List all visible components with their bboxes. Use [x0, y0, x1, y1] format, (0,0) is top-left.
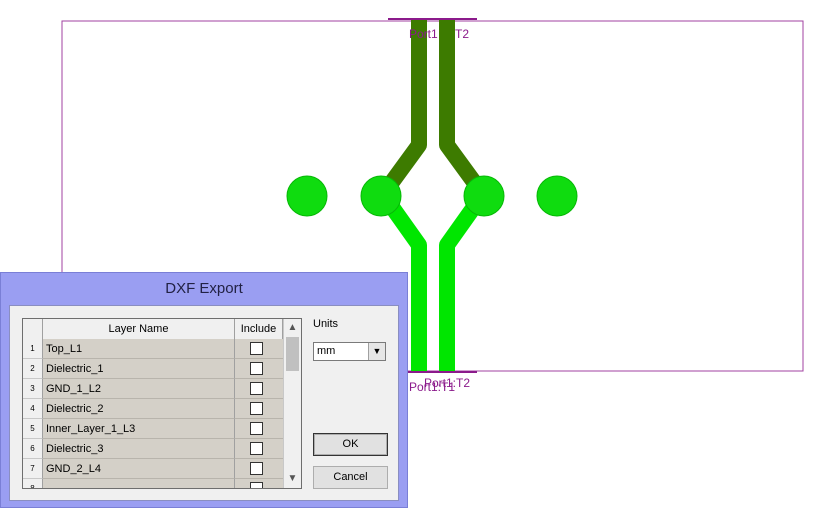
chevron-up-icon[interactable]: ▲	[284, 320, 301, 336]
include-cell	[235, 359, 283, 379]
table-scrollbar[interactable]: ▲ ▼	[283, 319, 301, 488]
layer-name-header[interactable]: Layer Name	[43, 319, 235, 339]
row-number: 2	[23, 359, 43, 379]
table-row[interactable]: 5 Inner_Layer_1_L3	[23, 419, 283, 439]
table-row[interactable]: 7 GND_2_L4	[23, 459, 283, 479]
row-number: 6	[23, 439, 43, 459]
port-label-top-left: Port1	[409, 27, 438, 41]
include-checkbox[interactable]	[250, 482, 263, 488]
table-header: Layer Name Include	[23, 319, 301, 340]
include-cell	[235, 379, 283, 399]
layer-table: Layer Name Include 1 Top_L1 2 Dielectric_1 3…	[22, 318, 302, 489]
table-row[interactable]: 4 Dielectric_2	[23, 399, 283, 419]
include-cell	[235, 399, 283, 419]
layer-name-cell: GND_1_L2	[43, 379, 235, 399]
row-number: 4	[23, 399, 43, 419]
trace-bright-right	[439, 202, 481, 371]
row-number: 7	[23, 459, 43, 479]
chevron-down-icon[interactable]: ▼	[368, 343, 385, 360]
row-number: 8	[23, 479, 43, 488]
table-row[interactable]: 1 Top_L1	[23, 339, 283, 359]
layer-name-cell: GND_2_L4	[43, 459, 235, 479]
row-number: 1	[23, 339, 43, 359]
table-row[interactable]: 6 Dielectric_3	[23, 439, 283, 459]
row-number: 5	[23, 419, 43, 439]
units-select[interactable]: mm ▼	[313, 342, 386, 361]
include-checkbox[interactable]	[250, 362, 263, 375]
row-number-header	[23, 319, 43, 339]
chevron-down-icon[interactable]: ▼	[284, 471, 301, 487]
include-cell	[235, 439, 283, 459]
table-row[interactable]: 8	[23, 479, 283, 488]
dialog-title[interactable]: DXF Export	[1, 273, 407, 305]
row-number: 3	[23, 379, 43, 399]
via-3	[463, 175, 505, 217]
include-cell	[235, 339, 283, 359]
units-value: mm	[317, 345, 336, 357]
layer-name-cell: Dielectric_1	[43, 359, 235, 379]
via-1	[286, 175, 328, 217]
layer-name-cell	[43, 479, 235, 488]
via-4	[536, 175, 578, 217]
include-checkbox[interactable]	[250, 462, 263, 475]
table-row[interactable]: 2 Dielectric_1	[23, 359, 283, 379]
trace-dark-left	[385, 20, 427, 187]
include-cell	[235, 479, 283, 488]
include-checkbox[interactable]	[250, 422, 263, 435]
scroll-thumb[interactable]	[286, 337, 299, 371]
cancel-button[interactable]: Cancel	[313, 466, 388, 489]
include-header[interactable]: Include	[235, 319, 283, 339]
port-label-top-right: T2	[455, 27, 470, 41]
dxf-export-dialog: DXF Export Layer Name Include 1 Top_L1 2 Di…	[0, 272, 408, 508]
include-cell	[235, 419, 283, 439]
layer-name-cell: Inner_Layer_1_L3	[43, 419, 235, 439]
layer-name-cell: Top_L1	[43, 339, 235, 359]
include-checkbox[interactable]	[250, 342, 263, 355]
include-cell	[235, 459, 283, 479]
via-2	[360, 175, 402, 217]
layer-name-cell: Dielectric_2	[43, 399, 235, 419]
ok-button[interactable]: OK	[313, 433, 388, 456]
include-checkbox[interactable]	[250, 442, 263, 455]
layer-name-cell: Dielectric_3	[43, 439, 235, 459]
include-checkbox[interactable]	[250, 382, 263, 395]
units-label: Units	[313, 318, 339, 330]
include-checkbox[interactable]	[250, 402, 263, 415]
table-row[interactable]: 3 GND_1_L2	[23, 379, 283, 399]
dialog-body: Layer Name Include 1 Top_L1 2 Dielectric_1 3…	[9, 305, 399, 501]
port-label-bottom-right: Port1:T2	[424, 376, 471, 390]
trace-dark-right	[439, 20, 481, 187]
